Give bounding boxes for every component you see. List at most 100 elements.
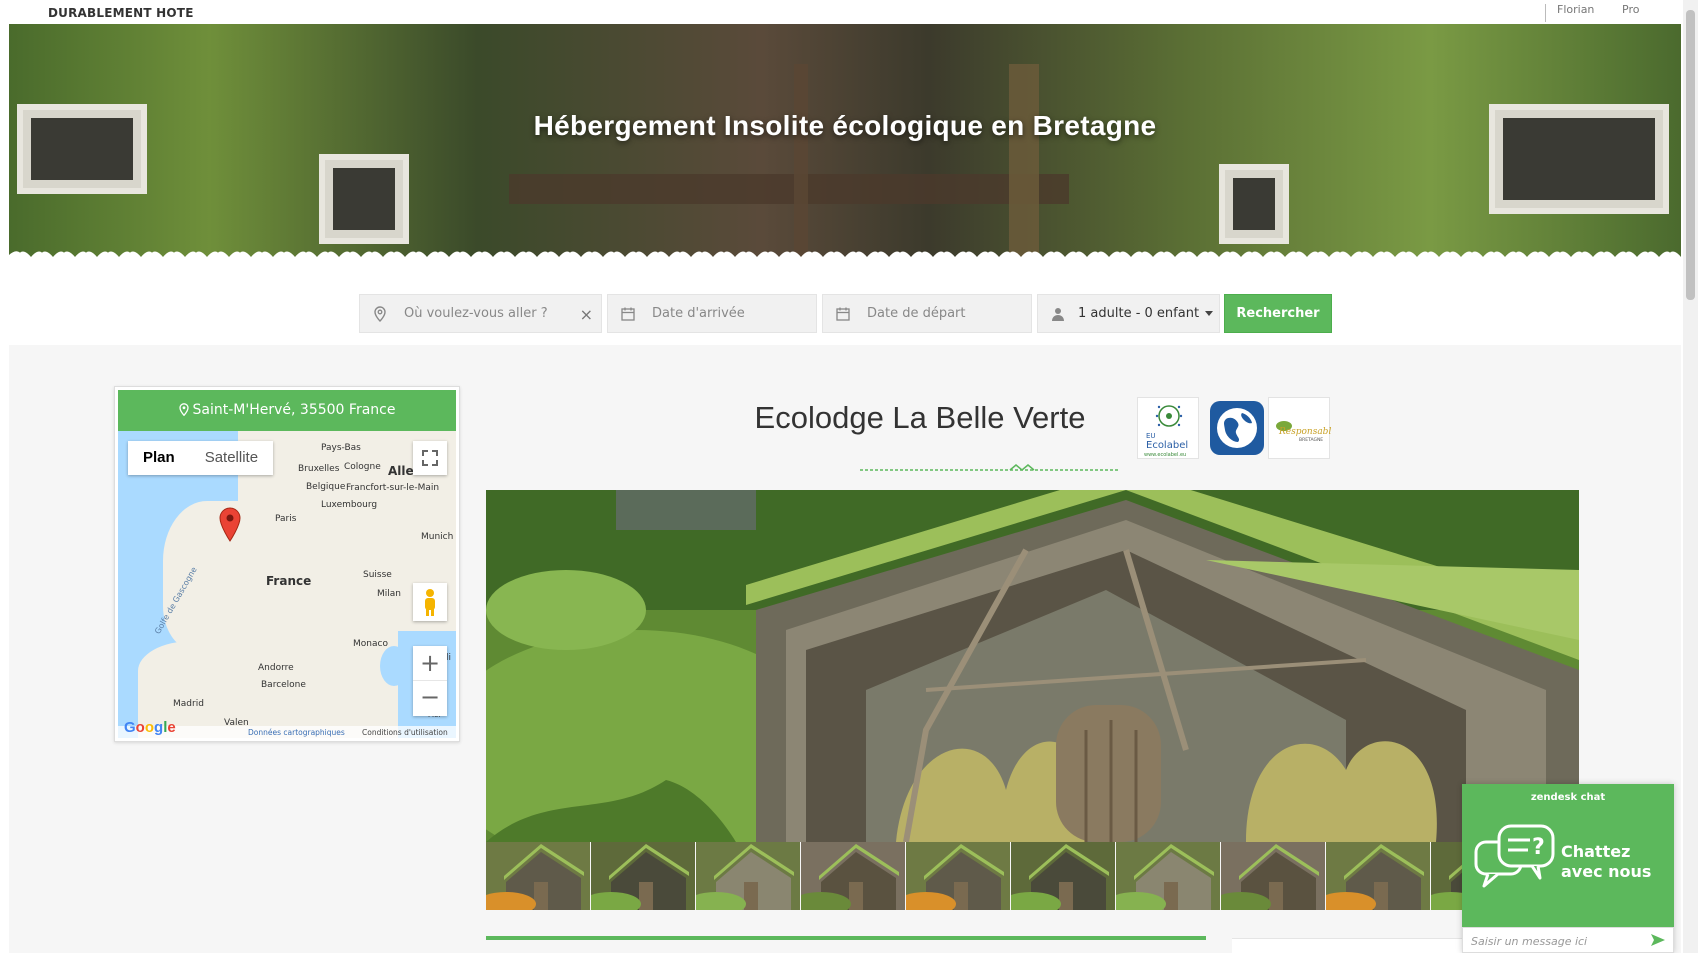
chat-header: zendesk chat [1530, 792, 1606, 803]
pegman-icon [425, 589, 435, 616]
map-label: Bruxelles [298, 464, 340, 474]
map-location-text: Saint-M'Hervé, 35500 France [192, 402, 396, 418]
svg-text:?: ? [1532, 835, 1545, 860]
hero-banner [9, 24, 1681, 269]
map-label: Cologne [344, 462, 381, 472]
map-tab-plan[interactable]: Plan [128, 441, 190, 475]
map-label: Milan [377, 589, 401, 599]
map-data-link[interactable]: Données cartographiques [248, 728, 345, 737]
google-logo[interactable]: Google [124, 719, 176, 736]
thumbnail-illustration [486, 842, 590, 910]
map-tab-satellite[interactable]: Satellite [190, 441, 273, 475]
top-link-pro[interactable]: Pro [1622, 3, 1639, 16]
scrollbar-thumb[interactable] [1686, 10, 1695, 300]
arrival-date-field[interactable]: Date d'arrivée [607, 294, 817, 333]
thumbnail-image[interactable] [1011, 842, 1115, 910]
thumbnail-image[interactable] [801, 842, 905, 910]
top-bar: DURABLEMENT HOTE Florian Pro [0, 0, 1698, 24]
thumbnail-illustration [696, 842, 800, 910]
clear-icon[interactable]: × [580, 305, 593, 324]
section-divider [486, 936, 1206, 940]
guests-value: 1 adulte - 0 enfant [1078, 306, 1214, 321]
map-label: Paris [275, 514, 297, 524]
thumbnail-illustration [1221, 842, 1325, 910]
guests-dropdown[interactable]: 1 adulte - 0 enfant [1037, 294, 1220, 333]
thumbnail-illustration [1116, 842, 1220, 910]
fullscreen-button[interactable] [413, 441, 447, 475]
thumbnail-image[interactable] [1221, 842, 1325, 910]
chat-cta[interactable]: Chattez avec nous [1561, 842, 1671, 882]
top-link-florian[interactable]: Florian [1557, 3, 1594, 16]
responsable-bretagne-badge[interactable]: Responsable BRETAGNE [1268, 397, 1337, 459]
thumbnail-image[interactable] [486, 842, 590, 910]
zoom-out-button[interactable]: − [413, 681, 447, 716]
brand-name[interactable]: DURABLEMENT HOTE [48, 6, 194, 20]
chat-input[interactable]: Saisir un message ici [1462, 927, 1674, 953]
thumbnail-image[interactable] [591, 842, 695, 910]
destination-input[interactable]: Où voulez-vous aller ? [404, 306, 548, 321]
thumbnail-illustration [591, 842, 695, 910]
chat-widget[interactable]: zendesk chat ? Chattez avec nous Saisir … [1462, 784, 1674, 953]
map-view[interactable]: Pays-Bas Bruxelles Cologne Allem Belgiqu… [118, 431, 456, 738]
user-icon [1052, 308, 1064, 321]
thumbnail-illustration [801, 842, 905, 910]
thumbnail-image[interactable] [906, 842, 1010, 910]
listing-title: Ecolodge La Belle Verte [754, 400, 1086, 435]
zoom-controls: + − [413, 646, 447, 716]
thumbnail-strip [486, 842, 1579, 910]
ecolabel-text: Ecolabel [1146, 440, 1188, 451]
zoom-in-button[interactable]: + [413, 646, 447, 681]
map-type-toggle: Plan Satellite [128, 441, 274, 475]
map-location-header: Saint-M'Hervé, 35500 France [118, 390, 456, 431]
title-underline-decoration [860, 464, 1120, 471]
map-marker-icon[interactable] [218, 507, 242, 543]
ecolabel-flower-icon: EU Ecolabel www.ecolabel.eu [1144, 405, 1188, 458]
map-card: Saint-M'Hervé, 35500 France Pays-Bas Bru… [114, 386, 460, 742]
ecolabel-badge[interactable]: EU Ecolabel www.ecolabel.eu [1137, 397, 1199, 459]
map-label: Suisse [363, 570, 392, 580]
street-view-button[interactable] [413, 583, 447, 621]
map-terms-link[interactable]: Conditions d'utilisation [362, 728, 448, 737]
fullscreen-icon [422, 450, 438, 466]
map-label: Madrid [173, 699, 204, 709]
thumbnail-image[interactable] [1326, 842, 1430, 910]
map-label: Belgique [306, 482, 346, 492]
departure-date-input[interactable]: Date de départ [867, 306, 966, 321]
send-icon[interactable] [1651, 934, 1665, 946]
map-label: France [266, 574, 312, 588]
globe-label-badge[interactable] [1206, 397, 1268, 459]
responsable-text: Responsable [1278, 427, 1331, 437]
leaf-border-decoration [9, 251, 1681, 269]
ecolodge-illustration [486, 490, 1579, 842]
location-pin-icon [374, 306, 386, 322]
calendar-icon [621, 307, 635, 321]
chevron-down-icon [1205, 311, 1214, 316]
responsable-leaf-icon: Responsable BRETAGNE [1276, 421, 1337, 443]
hero-title: Hébergement Insolite écologique en Breta… [533, 110, 1157, 141]
calendar-icon [836, 307, 850, 321]
ecolabel-eu-text: EU [1146, 432, 1156, 440]
map-label: Monaco [353, 639, 388, 649]
location-pin-icon [178, 403, 189, 416]
map-label: Andorre [258, 663, 294, 673]
main-photo[interactable] [486, 490, 1579, 842]
thumbnail-image[interactable] [696, 842, 800, 910]
page-scrollbar[interactable] [1683, 0, 1698, 953]
hero-deck [509, 174, 1069, 204]
top-divider [1545, 4, 1546, 22]
thumbnail-illustration [906, 842, 1010, 910]
globe-icon [1210, 401, 1264, 455]
search-button[interactable]: Rechercher [1224, 294, 1332, 333]
booking-box [1232, 938, 1462, 953]
thumbnail-image[interactable] [1116, 842, 1220, 910]
thumbnail-illustration [1326, 842, 1430, 910]
map-label: Barcelone [261, 680, 306, 690]
thumbnail-illustration [1011, 842, 1115, 910]
departure-date-field[interactable]: Date de départ [822, 294, 1032, 333]
ecolabel-url-text: www.ecolabel.eu [1144, 452, 1186, 458]
destination-field[interactable]: Où voulez-vous aller ? × [359, 294, 602, 333]
map-label: Francfort-sur-le-Main [346, 483, 440, 493]
arrival-date-input[interactable]: Date d'arrivée [652, 306, 745, 321]
bretagne-text: BRETAGNE [1299, 437, 1323, 443]
map-label: Pays-Bas [321, 443, 361, 453]
